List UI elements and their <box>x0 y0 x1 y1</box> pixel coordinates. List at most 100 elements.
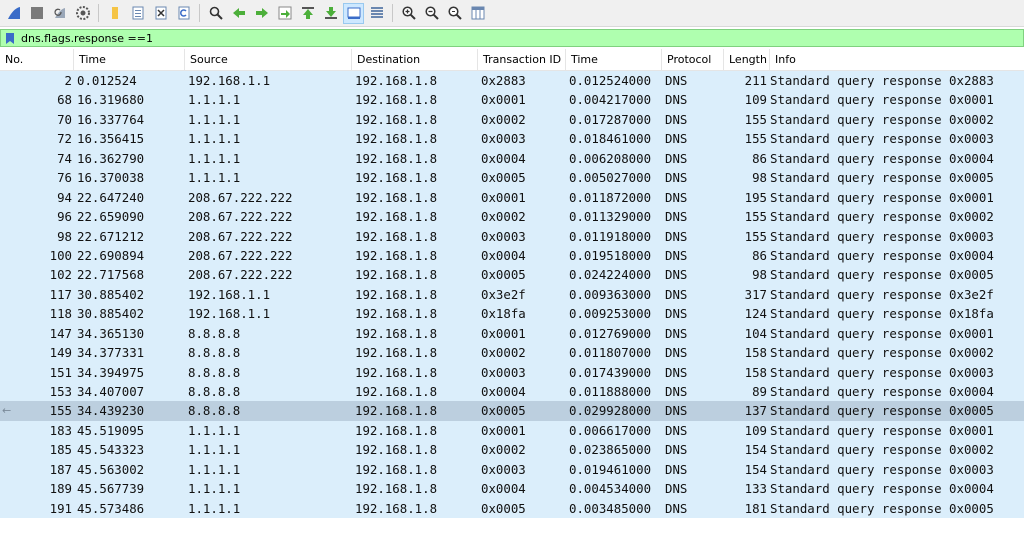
packet-destination: 192.168.1.8 <box>352 499 478 518</box>
table-row[interactable]: 14934.3773318.8.8.8192.168.1.80x00020.01… <box>0 343 1024 362</box>
packet-transaction-id: 0x0002 <box>478 440 566 459</box>
normal-size-icon[interactable] <box>444 3 465 24</box>
zoom-in-icon[interactable] <box>398 3 419 24</box>
packet-number: 185 <box>0 440 74 459</box>
table-row[interactable]: 14734.3651308.8.8.8192.168.1.80x00010.01… <box>0 324 1024 343</box>
restart-capture-icon[interactable] <box>49 3 70 24</box>
toolbar-separator <box>392 4 393 22</box>
start-capture-shark-fin-icon[interactable] <box>3 3 24 24</box>
table-row[interactable]: 10022.690894208.67.222.222192.168.1.80x0… <box>0 246 1024 265</box>
table-row[interactable]: 6816.3196801.1.1.1192.168.1.80x00010.004… <box>0 90 1024 109</box>
packet-destination: 192.168.1.8 <box>352 343 478 362</box>
related-packet-arrow-icon: ← <box>2 401 11 420</box>
display-filter-input[interactable] <box>17 30 1023 46</box>
go-forward-arrow-icon[interactable] <box>251 3 272 24</box>
table-row[interactable]: 7216.3564151.1.1.1192.168.1.80x00030.018… <box>0 129 1024 148</box>
packet-protocol: DNS <box>662 343 724 362</box>
table-row[interactable]: 7416.3627901.1.1.1192.168.1.80x00040.006… <box>0 149 1024 168</box>
packet-number: 72 <box>0 129 74 148</box>
packet-delta-time: 0.006617000 <box>566 421 662 440</box>
table-row[interactable]: 18745.5630021.1.1.1192.168.1.80x00030.01… <box>0 460 1024 479</box>
packet-source: 1.1.1.1 <box>185 421 352 440</box>
auto-scroll-icon[interactable] <box>343 3 364 24</box>
find-packet-magnifier-icon[interactable] <box>205 3 226 24</box>
column-header-source[interactable]: Source <box>185 49 352 70</box>
column-header-destination[interactable]: Destination <box>352 49 478 70</box>
table-row-selected[interactable]: ←15534.4392308.8.8.8192.168.1.80x00050.0… <box>0 401 1024 420</box>
packet-source: 208.67.222.222 <box>185 265 352 284</box>
go-to-last-packet-icon[interactable] <box>320 3 341 24</box>
capture-options-gear-icon[interactable] <box>72 3 93 24</box>
packet-delta-time: 0.019518000 <box>566 246 662 265</box>
packet-number: 102 <box>0 265 74 284</box>
column-header-time[interactable]: Time <box>74 49 185 70</box>
packet-source: 1.1.1.1 <box>185 110 352 129</box>
go-to-packet-icon[interactable] <box>274 3 295 24</box>
table-row[interactable]: 9822.671212208.67.222.222192.168.1.80x00… <box>0 227 1024 246</box>
packet-protocol: DNS <box>662 421 724 440</box>
packet-delta-time: 0.006208000 <box>566 149 662 168</box>
column-header-length[interactable]: Length <box>724 49 770 70</box>
packet-time: 45.573486 <box>74 499 185 518</box>
packet-delta-time: 0.011888000 <box>566 382 662 401</box>
table-row[interactable]: 18345.5190951.1.1.1192.168.1.80x00010.00… <box>0 421 1024 440</box>
open-file-folder-icon[interactable] <box>104 3 125 24</box>
table-row[interactable]: 9622.659090208.67.222.222192.168.1.80x00… <box>0 207 1024 226</box>
stop-capture-icon[interactable] <box>26 3 47 24</box>
save-file-icon[interactable] <box>127 3 148 24</box>
packet-transaction-id: 0x0002 <box>478 110 566 129</box>
reload-file-icon[interactable] <box>173 3 194 24</box>
table-row[interactable]: 18945.5677391.1.1.1192.168.1.80x00040.00… <box>0 479 1024 498</box>
filter-bookmark-icon[interactable] <box>3 31 17 45</box>
packet-length: 86 <box>724 149 770 168</box>
packet-protocol: DNS <box>662 382 724 401</box>
packet-protocol: DNS <box>662 460 724 479</box>
toolbar-separator <box>98 4 99 22</box>
table-row[interactable]: 15134.3949758.8.8.8192.168.1.80x00030.01… <box>0 363 1024 382</box>
column-header-transaction-id[interactable]: Transaction ID <box>478 49 566 70</box>
zoom-out-icon[interactable] <box>421 3 442 24</box>
table-row[interactable]: 11730.885402192.168.1.1192.168.1.80x3e2f… <box>0 285 1024 304</box>
column-header-info[interactable]: Info <box>770 49 1024 70</box>
go-back-arrow-icon[interactable] <box>228 3 249 24</box>
table-row[interactable]: 20.012524192.168.1.1192.168.1.80x28830.0… <box>0 71 1024 90</box>
column-header-delta-time[interactable]: Time <box>566 49 662 70</box>
packet-transaction-id: 0x0003 <box>478 460 566 479</box>
table-row[interactable]: 11830.885402192.168.1.1192.168.1.80x18fa… <box>0 304 1024 323</box>
resize-columns-icon[interactable] <box>467 3 488 24</box>
packet-protocol: DNS <box>662 363 724 382</box>
packet-info: Standard query response 0x0002 <box>770 343 1024 362</box>
table-row[interactable]: 7616.3700381.1.1.1192.168.1.80x00050.005… <box>0 168 1024 187</box>
packet-protocol: DNS <box>662 110 724 129</box>
packet-delta-time: 0.017287000 <box>566 110 662 129</box>
packet-delta-time: 0.004217000 <box>566 90 662 109</box>
packet-number: 183 <box>0 421 74 440</box>
packet-destination: 192.168.1.8 <box>352 382 478 401</box>
column-header-no[interactable]: No. <box>0 49 74 70</box>
go-to-first-packet-icon[interactable] <box>297 3 318 24</box>
packet-number: 98 <box>0 227 74 246</box>
packet-info: Standard query response 0x0001 <box>770 188 1024 207</box>
packet-time: 30.885402 <box>74 304 185 323</box>
table-row[interactable]: 9422.647240208.67.222.222192.168.1.80x00… <box>0 188 1024 207</box>
packet-protocol: DNS <box>662 227 724 246</box>
packet-time: 45.543323 <box>74 440 185 459</box>
colorize-packet-list-icon[interactable] <box>366 3 387 24</box>
table-row[interactable]: 15334.4070078.8.8.8192.168.1.80x00040.01… <box>0 382 1024 401</box>
table-row[interactable]: 10222.717568208.67.222.222192.168.1.80x0… <box>0 265 1024 284</box>
packet-info: Standard query response 0x0001 <box>770 90 1024 109</box>
packet-time: 45.563002 <box>74 460 185 479</box>
packet-info: Standard query response 0x0005 <box>770 265 1024 284</box>
column-header-protocol[interactable]: Protocol <box>662 49 724 70</box>
close-file-icon[interactable] <box>150 3 171 24</box>
table-row[interactable]: 18545.5433231.1.1.1192.168.1.80x00020.02… <box>0 440 1024 459</box>
packet-source: 1.1.1.1 <box>185 499 352 518</box>
packet-transaction-id: 0x3e2f <box>478 285 566 304</box>
packet-info: Standard query response 0x0003 <box>770 227 1024 246</box>
table-row[interactable]: 19145.5734861.1.1.1192.168.1.80x00050.00… <box>0 499 1024 518</box>
packet-protocol: DNS <box>662 285 724 304</box>
table-row[interactable]: 7016.3377641.1.1.1192.168.1.80x00020.017… <box>0 110 1024 129</box>
packet-info: Standard query response 0x0005 <box>770 499 1024 518</box>
packet-destination: 192.168.1.8 <box>352 285 478 304</box>
packet-length: 154 <box>724 440 770 459</box>
